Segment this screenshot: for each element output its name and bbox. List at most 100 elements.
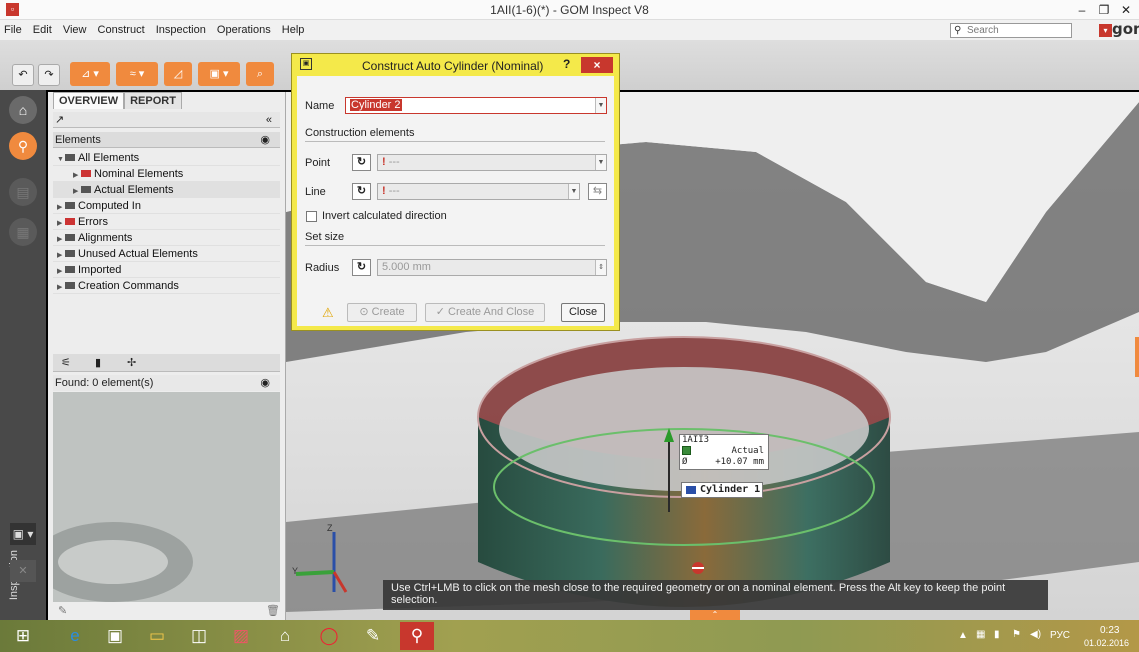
menu-inspection[interactable]: Inspection	[152, 20, 210, 40]
delete-icon[interactable]: 🗑	[266, 604, 280, 617]
tab-overview[interactable]: OVERVIEW	[53, 92, 125, 109]
panel-toggle-icon[interactable]: ▣ ▾	[10, 523, 36, 545]
visibility-icon[interactable]: ◉	[260, 132, 270, 148]
options-dropdown-icon[interactable]: ▾	[1099, 24, 1112, 37]
tree-item-errors[interactable]: ▶ Errors	[53, 214, 280, 230]
line-refresh-icon[interactable]: ↻	[352, 183, 371, 200]
photos-icon[interactable]: ▨	[224, 622, 258, 650]
home-icon[interactable]: ⌂	[9, 96, 37, 124]
tree-item-creation-commands[interactable]: ▶ Creation Commands	[53, 278, 280, 294]
invert-checkbox[interactable]	[306, 211, 317, 222]
home-app-icon[interactable]: ⌂	[268, 622, 302, 650]
dialog-close-button[interactable]: ×	[581, 57, 613, 73]
paint-icon[interactable]: ✎	[356, 622, 390, 650]
menu-construct[interactable]: Construct	[94, 20, 149, 40]
help-button[interactable]: ?	[563, 57, 570, 71]
edit-icon[interactable]: ✎	[58, 604, 67, 617]
close-button[interactable]: Close	[561, 303, 605, 322]
radius-field[interactable]: 5.000 mm ⇕	[377, 259, 607, 276]
preview-area	[53, 392, 280, 602]
measurement-actual-label: Actual	[731, 446, 764, 456]
search-input[interactable]: ⚲ Search	[950, 23, 1072, 38]
chevron-down-icon[interactable]: ▼	[568, 184, 579, 199]
radius-refresh-icon[interactable]: ↻	[352, 259, 371, 276]
notification-icon[interactable]: ⚑	[1012, 629, 1021, 640]
menu-file[interactable]: File	[0, 20, 26, 40]
windows-start-icon[interactable]: ⊞	[6, 622, 40, 650]
name-field[interactable]: Cylinder 2 ▼	[345, 97, 607, 114]
clock-date[interactable]: 01.02.2016	[1084, 638, 1129, 648]
create-and-close-button[interactable]: ✓ Create And Close	[425, 303, 545, 322]
battery-icon[interactable]: ▮	[994, 629, 1000, 640]
table-workspace-icon[interactable]: ▦	[9, 218, 37, 246]
window-titlebar: ▫ 1AII(1-6)(*) - GOM Inspect V8 – ❐ ✕	[0, 0, 1139, 20]
folder-icon	[65, 250, 75, 257]
select-tool-icon[interactable]: ⊿ ▾	[70, 62, 110, 86]
tree-item-all-elements[interactable]: ▼ All Elements	[53, 150, 280, 166]
point-select[interactable]: ! --- ▼	[377, 154, 607, 171]
redo-icon[interactable]: ↷	[38, 64, 60, 86]
filter-icon[interactable]: ⚟	[61, 356, 71, 369]
expand-tip-icon[interactable]: ⌃	[690, 610, 740, 620]
network-icon[interactable]: ▦	[976, 629, 985, 640]
volume-icon[interactable]: ◀)	[1030, 629, 1041, 640]
file-explorer-icon[interactable]: ▭	[140, 622, 174, 650]
collapse-panel-icon[interactable]: «	[266, 112, 272, 128]
swap-direction-icon[interactable]: ⇆	[588, 183, 607, 200]
menu-view[interactable]: View	[59, 20, 91, 40]
line-select[interactable]: ! --- ▼	[377, 183, 580, 200]
point-select-value: ---	[388, 156, 400, 168]
measure-tool-icon[interactable]: ◿	[164, 62, 192, 86]
report-tool-icon[interactable]: ▣ ▾	[198, 62, 240, 86]
close-panel-icon[interactable]: ✕	[10, 560, 36, 582]
line-label: Line	[305, 186, 326, 198]
report-workspace-icon[interactable]: ▤	[9, 178, 37, 206]
point-refresh-icon[interactable]: ↻	[352, 154, 371, 171]
folder-icon	[65, 202, 75, 209]
construct-tool-icon[interactable]: ≈ ▾	[116, 62, 158, 86]
elements-header-label: Elements	[55, 134, 101, 146]
preview-drawing	[53, 522, 193, 602]
language-indicator[interactable]: РУС	[1050, 630, 1070, 641]
tray-expand-icon[interactable]: ▲	[958, 630, 968, 641]
properties-icon[interactable]: ▮	[95, 356, 101, 369]
gom-logo: gom	[1112, 20, 1139, 38]
tab-report[interactable]: REPORT	[124, 92, 182, 109]
radius-field-value: 5.000 mm	[382, 261, 431, 273]
elements-header: Elements ◉	[53, 132, 280, 148]
media-player-icon[interactable]: ▣	[98, 622, 132, 650]
folder-icon	[65, 282, 75, 289]
close-window-button[interactable]: ✕	[1112, 0, 1139, 20]
opera-icon[interactable]: ◯	[312, 622, 346, 650]
menu-help[interactable]: Help	[278, 20, 309, 40]
menu-operations[interactable]: Operations	[213, 20, 275, 40]
tree-item-actual-elements[interactable]: ▶ Actual Elements	[53, 182, 280, 198]
tree-item-alignments[interactable]: ▶ Alignments	[53, 230, 280, 246]
spin-icon[interactable]: ⇕	[595, 260, 606, 275]
undo-icon[interactable]: ↶	[12, 64, 34, 86]
tree-item-computed-in[interactable]: ▶ Computed In	[53, 198, 280, 214]
zoom-tool-icon[interactable]: ⌕	[246, 62, 274, 86]
tree-item-unused-actual[interactable]: ▶ Unused Actual Elements	[53, 246, 280, 262]
line-status-icon: !	[382, 185, 389, 197]
check-icon: ⊙	[359, 306, 372, 318]
visibility-icon[interactable]: ◉	[260, 375, 270, 391]
point-label: Point	[305, 157, 331, 169]
internet-explorer-icon[interactable]: e	[58, 622, 92, 650]
cylinder-label[interactable]: Cylinder 1	[681, 482, 763, 498]
gom-inspect-taskbar-icon[interactable]: ⚲	[400, 622, 434, 650]
chevron-down-icon[interactable]: ▼	[595, 98, 606, 113]
tree-item-imported[interactable]: ▶ Imported	[53, 262, 280, 278]
chevron-down-icon[interactable]: ▼	[595, 155, 606, 170]
inspection-workspace-icon[interactable]: ⚲	[9, 132, 37, 160]
menu-edit[interactable]: Edit	[29, 20, 56, 40]
pin-icon[interactable]: ✢	[127, 356, 136, 369]
section-construction: Construction elements	[305, 127, 605, 142]
folder-icon	[65, 266, 75, 273]
store-icon[interactable]: ◫	[182, 622, 216, 650]
create-button[interactable]: ⊙ Create	[347, 303, 417, 322]
tree-item-nominal-elements[interactable]: ▶ Nominal Elements	[53, 166, 280, 182]
measurement-label[interactable]: 1AII3 Actual Ø +10.07 mm	[679, 434, 769, 470]
expand-icon[interactable]: ↗	[55, 114, 64, 126]
clock-time[interactable]: 0:23	[1100, 625, 1119, 636]
